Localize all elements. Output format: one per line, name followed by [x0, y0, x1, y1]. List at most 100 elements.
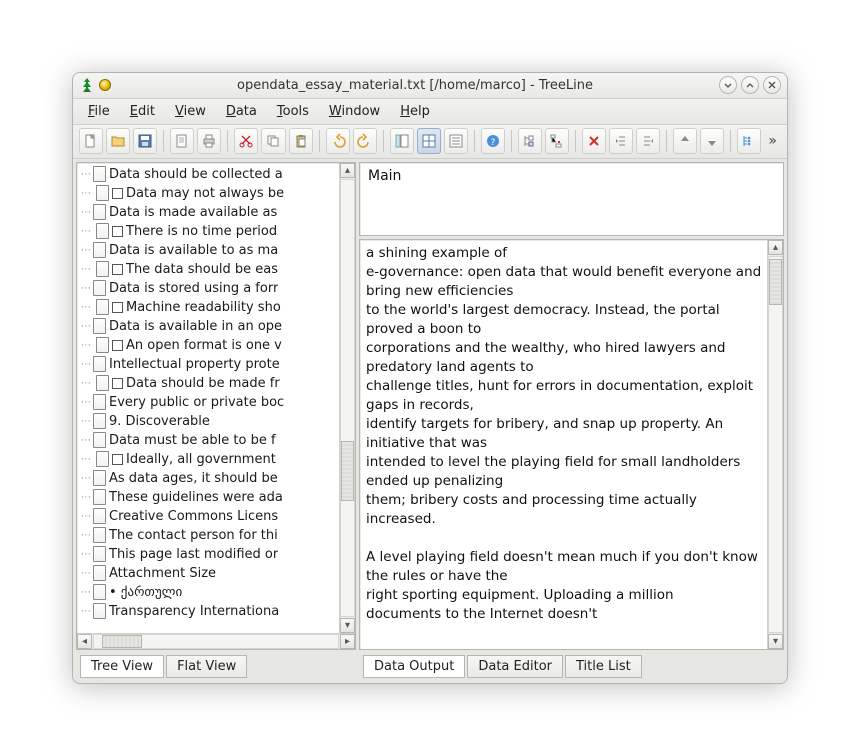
menu-help[interactable]: Help [391, 101, 439, 122]
toolbar-overflow-button[interactable]: » [764, 133, 781, 149]
maximize-button[interactable] [741, 76, 759, 94]
content-vertical-scrollbar[interactable]: ▴ ▾ [767, 240, 783, 649]
tree-row[interactable]: ⋯ Machine readability sho [81, 298, 337, 317]
toolbar-separator [163, 130, 164, 152]
close-button[interactable] [763, 76, 781, 94]
menu-data[interactable]: Data [217, 101, 266, 122]
tree-row[interactable]: ⋯Attachment Size [81, 564, 337, 583]
tree-horizontal-scrollbar[interactable]: ◂ ▸ [77, 633, 355, 649]
tree-view[interactable]: ⋯Data should be collected a⋯Data may not… [77, 163, 355, 633]
tree-row[interactable]: ⋯• ქართული [81, 583, 337, 602]
scroll-up-icon[interactable]: ▴ [340, 163, 355, 178]
tree-row-label: Every public or private boc [109, 393, 284, 412]
scroll-up-icon[interactable]: ▴ [768, 240, 783, 255]
tab-data-editor[interactable]: Data Editor [467, 655, 563, 678]
scroll-left-icon[interactable]: ◂ [77, 634, 92, 649]
tree-row[interactable]: ⋯Ideally, all government [81, 450, 337, 469]
tree-row[interactable]: ⋯Data must be able to be f [81, 431, 337, 450]
tree-vertical-scrollbar[interactable]: ▴ ▾ [339, 163, 355, 633]
tab-data-output[interactable]: Data Output [363, 655, 465, 678]
undo-button[interactable] [326, 128, 350, 154]
toolbar-separator [474, 130, 475, 152]
tree-row[interactable]: ⋯As data ages, it should be [81, 469, 337, 488]
scroll-down-icon[interactable]: ▾ [768, 634, 783, 649]
content-text[interactable]: a shining example of e-governance: open … [360, 240, 783, 649]
scroll-thumb[interactable] [102, 635, 142, 648]
tree-insert-sibling-button[interactable] [518, 128, 542, 154]
view-tree-button[interactable] [390, 128, 414, 154]
scroll-track[interactable] [768, 256, 783, 633]
tree-row[interactable]: ⋯An open format is one v [81, 336, 337, 355]
tree-row[interactable]: ⋯The data should be eas [81, 260, 337, 279]
scroll-down-icon[interactable]: ▾ [340, 618, 355, 633]
redo-button[interactable] [353, 128, 377, 154]
copy-button[interactable] [261, 128, 285, 154]
view-list-button[interactable] [444, 128, 468, 154]
tree-row[interactable]: ⋯Data should be made fr [81, 374, 337, 393]
tree-branch-icon: ⋯ [81, 469, 90, 488]
new-file-button[interactable] [79, 128, 103, 154]
left-tab-row: Tree View Flat View [76, 653, 356, 680]
delete-node-button[interactable] [582, 128, 606, 154]
tree-row[interactable]: ⋯Transparency Internationa [81, 602, 337, 621]
tree-row-label: Data is available to as ma [109, 241, 278, 260]
configure-button[interactable] [737, 128, 761, 154]
tree-row[interactable]: ⋯Every public or private boc [81, 393, 337, 412]
view-split-button[interactable] [417, 128, 441, 154]
tree-row[interactable]: ⋯Data is stored using a forr [81, 279, 337, 298]
move-down-button[interactable] [700, 128, 724, 154]
open-file-button[interactable] [106, 128, 130, 154]
node-title-panel: Main [359, 162, 784, 236]
minimize-button[interactable] [719, 76, 737, 94]
scroll-thumb[interactable] [341, 441, 354, 501]
print-button[interactable] [197, 128, 221, 154]
tree-row[interactable]: ⋯Data may not always be [81, 184, 337, 203]
scroll-thumb[interactable] [769, 259, 782, 305]
scroll-track[interactable] [93, 634, 339, 649]
tree-insert-child-button[interactable] [545, 128, 569, 154]
tree-row-label: The data should be eas [126, 260, 278, 279]
tree-row[interactable]: ⋯Creative Commons Licens [81, 507, 337, 526]
tab-flat-view[interactable]: Flat View [166, 655, 247, 678]
tree-row[interactable]: ⋯This page last modified or [81, 545, 337, 564]
menu-edit[interactable]: Edit [121, 101, 164, 122]
tree-row[interactable]: ⋯Data is available in an ope [81, 317, 337, 336]
tree-row[interactable]: ⋯Data is made available as [81, 203, 337, 222]
tree-row[interactable]: ⋯Intellectual property prote [81, 355, 337, 374]
tree-row[interactable]: ⋯9. Discoverable [81, 412, 337, 431]
scroll-right-icon[interactable]: ▸ [340, 634, 355, 649]
tree-row[interactable]: ⋯Data should be collected a [81, 165, 337, 184]
menu-tools[interactable]: Tools [268, 101, 318, 122]
tree-row-label: Machine readability sho [126, 298, 281, 317]
tree-row-label: Data may not always be [126, 184, 284, 203]
document-button[interactable] [170, 128, 194, 154]
menu-file[interactable]: File [79, 101, 119, 122]
move-up-button[interactable] [673, 128, 697, 154]
help-button[interactable]: ? [481, 128, 505, 154]
tree-row[interactable]: ⋯Data is available to as ma [81, 241, 337, 260]
left-pane: ⋯Data should be collected a⋯Data may not… [76, 162, 356, 680]
menu-window[interactable]: Window [320, 101, 389, 122]
cut-button[interactable] [234, 128, 258, 154]
checkbox-icon [112, 378, 123, 389]
paste-button[interactable] [289, 128, 313, 154]
tree-row[interactable]: ⋯These guidelines were ada [81, 488, 337, 507]
tree-branch-icon: ⋯ [81, 298, 90, 317]
tree-row[interactable]: ⋯The contact person for thi [81, 526, 337, 545]
save-button[interactable] [133, 128, 157, 154]
right-pane: Main a shining example of e-governance: … [359, 162, 784, 680]
tab-tree-view[interactable]: Tree View [80, 655, 164, 678]
tree-row-label: Data should be made fr [126, 374, 280, 393]
outdent-button[interactable] [609, 128, 633, 154]
page-icon [93, 546, 106, 562]
tab-title-list[interactable]: Title List [565, 655, 642, 678]
menu-view[interactable]: View [166, 101, 215, 122]
tree-row[interactable]: ⋯There is no time period [81, 222, 337, 241]
tree-branch-icon: ⋯ [81, 431, 90, 450]
indent-button[interactable] [636, 128, 660, 154]
app-window: opendata_essay_material.txt [/home/marco… [72, 72, 788, 684]
scroll-track[interactable] [340, 179, 355, 617]
page-icon [93, 603, 106, 619]
pin-icon[interactable] [99, 79, 111, 91]
tree-row-label: These guidelines were ada [109, 488, 283, 507]
